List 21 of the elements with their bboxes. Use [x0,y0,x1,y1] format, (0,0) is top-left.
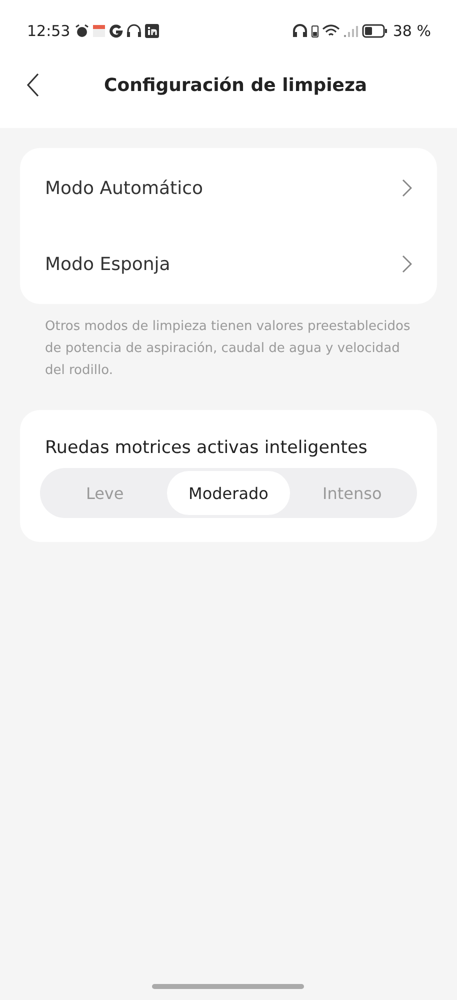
headphones-icon [126,24,142,38]
headphones-icon [292,24,308,38]
wifi-icon [322,24,340,38]
status-time: 12:53 [27,22,70,40]
app-icon [109,24,124,38]
mode-row[interactable]: Modo Automático [20,150,437,226]
signal-icon [342,24,359,38]
battery-icon [362,24,388,38]
battery-small-icon [310,24,319,38]
section-title: Ruedas motrices activas inteligentes [45,438,368,458]
battery-percent: 38 % [392,22,431,40]
chevron-icon [402,255,412,273]
linkedin-icon [145,24,160,38]
note-text: Otros modos de limpieza tienen valores preestablecidos de potencia de aspiración, caudal de agua y velocidad del rodillo. [45,318,412,380]
chevron-icon [402,179,412,197]
mode-row[interactable]: Modo Esponja [20,226,437,302]
option-tab[interactable]: Moderado [166,471,290,515]
alarm-icon [75,24,90,38]
page-title: Configuración de limpieza [104,74,368,96]
calendar-icon [92,24,106,38]
back-icon[interactable] [26,73,40,97]
